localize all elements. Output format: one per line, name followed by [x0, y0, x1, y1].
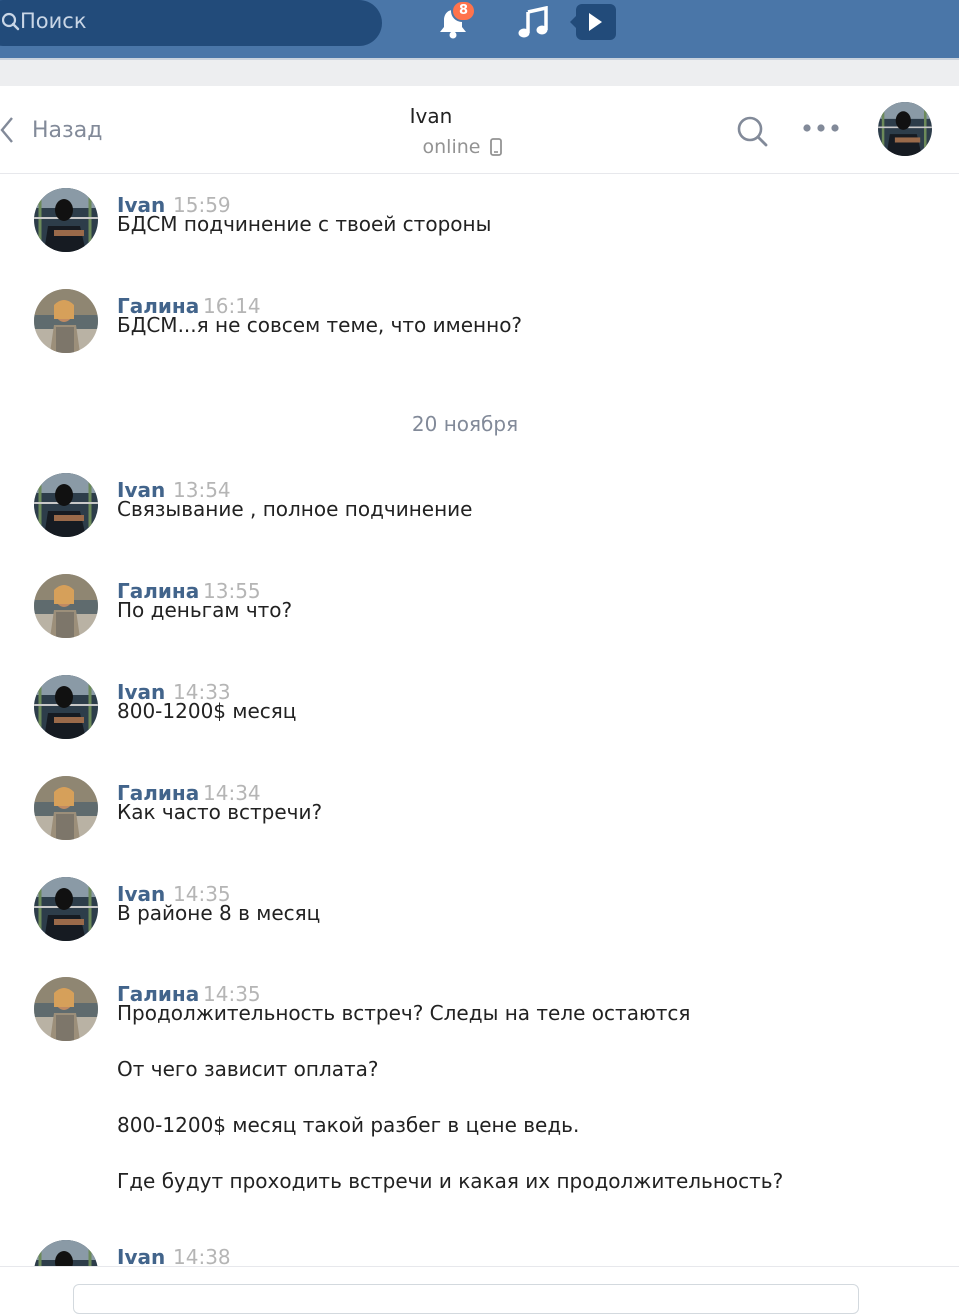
message-text: Как часто встречи?	[117, 800, 323, 824]
message-text: Продолжительность встреч? Следы на теле …	[117, 1001, 784, 1193]
notifications-badge: 8	[451, 0, 476, 22]
search-messages-icon[interactable]	[735, 114, 769, 148]
more-options-icon[interactable]	[802, 122, 840, 134]
mobile-phone-icon	[490, 138, 503, 156]
message-text: 800-1200$ месяц	[117, 699, 297, 723]
sender-avatar[interactable]	[34, 1240, 98, 1266]
message-text: Связывание , полное подчинение	[117, 497, 473, 521]
conversation-header: Назад Ivan online	[0, 86, 959, 174]
contact-name[interactable]: Ivan	[0, 104, 862, 128]
date-separator: 20 ноября	[411, 412, 519, 436]
sender-avatar[interactable]	[34, 977, 98, 1041]
sender-avatar[interactable]	[34, 574, 98, 638]
message-text: БДСМ подчинение с твоей стороны	[117, 212, 492, 236]
sender-avatar[interactable]	[34, 473, 98, 537]
sender-avatar[interactable]	[34, 675, 98, 739]
message-feed[interactable]: Ivan 15:59 БДСМ подчинение с твоей стороны…	[0, 175, 959, 1266]
search-icon	[2, 12, 20, 31]
sender-avatar[interactable]	[34, 776, 98, 840]
contact-avatar[interactable]	[878, 102, 932, 156]
music-icon[interactable]	[518, 6, 550, 40]
message-time: 14:38	[173, 1245, 231, 1266]
search-input[interactable]: Поиск	[0, 0, 382, 46]
message-input[interactable]	[73, 1284, 859, 1314]
contact-status: online	[0, 136, 925, 158]
message-text: БДСМ...я не совсем теме, что именно?	[117, 313, 523, 337]
sender-avatar[interactable]	[34, 188, 98, 252]
message-text: По деньгам что?	[117, 598, 293, 622]
search-placeholder: Поиск	[20, 9, 87, 33]
status-text: online	[422, 136, 481, 158]
sender-name[interactable]: Ivan	[117, 1245, 165, 1266]
page-background-strip	[0, 58, 959, 86]
top-navigation-bar: Поиск 8	[0, 0, 959, 58]
sender-avatar[interactable]	[34, 289, 98, 353]
message-text: В районе 8 в месяц	[117, 901, 321, 925]
play-icon[interactable]	[570, 2, 616, 42]
sender-avatar[interactable]	[34, 877, 98, 941]
